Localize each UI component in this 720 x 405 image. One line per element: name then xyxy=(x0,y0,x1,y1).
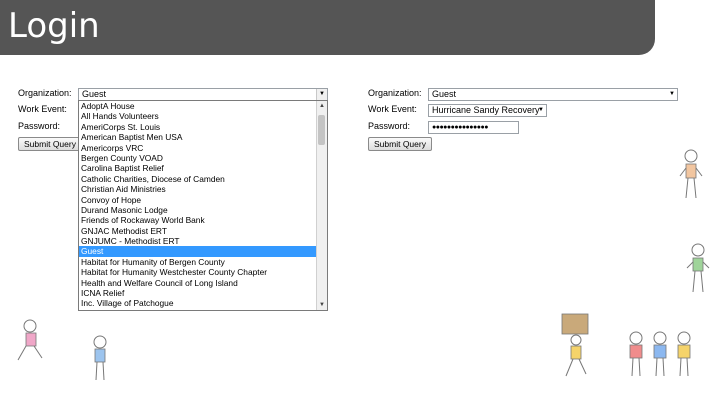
page-title: Login xyxy=(8,6,100,46)
right-org-value: Guest xyxy=(432,89,457,99)
dropdown-option[interactable]: AmeriCorps St. Louis xyxy=(79,122,317,132)
dropdown-option[interactable]: GNJUMC - Methodist ERT xyxy=(79,236,317,246)
title-bar: Login xyxy=(0,0,655,55)
right-submit-button[interactable]: Submit Query xyxy=(368,137,432,151)
dropdown-option[interactable]: Inc. Village of Patchogue xyxy=(79,298,317,308)
right-login-form: Organization: Guest ▼ Work Event: Hurric… xyxy=(368,88,688,158)
left-org-label: Organization: xyxy=(18,88,72,98)
kid-drawing-icon xyxy=(686,243,710,293)
dropdown-option[interactable]: Guest xyxy=(79,246,317,257)
left-password-label: Password: xyxy=(18,121,61,131)
right-event-label: Work Event: xyxy=(368,104,417,114)
chevron-down-icon[interactable]: ▼ xyxy=(536,105,546,116)
dropdown-option[interactable]: All Hands Volunteers xyxy=(79,111,317,121)
scroll-up-icon[interactable]: ▲ xyxy=(317,101,327,111)
right-org-select[interactable]: Guest ▼ xyxy=(428,88,678,101)
dropdown-option[interactable]: Catholic Charities, Diocese of Camden xyxy=(79,174,317,184)
right-password-label: Password: xyxy=(368,121,411,131)
dropdown-option[interactable]: GNJAC Methodist ERT xyxy=(79,226,317,236)
dropdown-option[interactable]: American Baptist Men USA xyxy=(79,132,317,142)
dropdown-option[interactable]: Christian Aid Ministries xyxy=(79,184,317,194)
dropdown-option[interactable]: ICNA Relief xyxy=(79,288,317,298)
dropdown-option[interactable]: Health and Welfare Council of Long Islan… xyxy=(79,278,317,288)
left-org-value: Guest xyxy=(82,89,107,99)
dropdown-option[interactable]: Habitat for Humanity of Bergen County xyxy=(79,257,317,267)
dropdown-scrollbar[interactable]: ▲ ▼ xyxy=(316,101,327,310)
kid-drawing-icon xyxy=(561,313,589,377)
dropdown-option[interactable]: Convoy of Hope xyxy=(79,195,317,205)
right-event-value: Hurricane Sandy Recovery xyxy=(432,105,540,115)
dropdown-option[interactable]: Friends of Rockaway World Bank xyxy=(79,215,317,225)
dropdown-option[interactable]: Bergen County VOAD xyxy=(79,153,317,163)
chevron-down-icon[interactable]: ▼ xyxy=(316,89,327,100)
right-password-input[interactable]: ●●●●●●●●●●●●●●● xyxy=(428,121,519,134)
kid-drawing-icon xyxy=(679,149,703,199)
dropdown-option[interactable]: Durand Masonic Lodge xyxy=(79,205,317,215)
kid-drawing-icon xyxy=(17,319,43,361)
right-event-select[interactable]: Hurricane Sandy Recovery ▼ xyxy=(428,104,547,117)
dropdown-option[interactable]: AdoptA House xyxy=(79,101,317,111)
chevron-down-icon[interactable]: ▼ xyxy=(667,89,677,100)
dropdown-option[interactable]: Carolina Baptist Relief xyxy=(79,163,317,173)
org-dropdown-list[interactable]: AdoptA House All Hands Volunteers AmeriCor… xyxy=(78,100,328,311)
kid-drawing-icon xyxy=(93,335,107,381)
kid-drawing-icon xyxy=(629,331,691,377)
dropdown-options: AdoptA House All Hands Volunteers AmeriCor… xyxy=(79,101,327,309)
scroll-thumb[interactable] xyxy=(318,115,325,145)
scroll-down-icon[interactable]: ▼ xyxy=(317,300,327,310)
left-submit-button[interactable]: Submit Query xyxy=(18,137,82,151)
dropdown-option[interactable]: Habitat for Humanity Westchester County … xyxy=(79,267,317,277)
right-password-value: ●●●●●●●●●●●●●●● xyxy=(432,124,488,131)
right-org-label: Organization: xyxy=(368,88,422,98)
left-event-label: Work Event: xyxy=(18,104,67,114)
dropdown-option[interactable]: Americorps VRC xyxy=(79,143,317,153)
